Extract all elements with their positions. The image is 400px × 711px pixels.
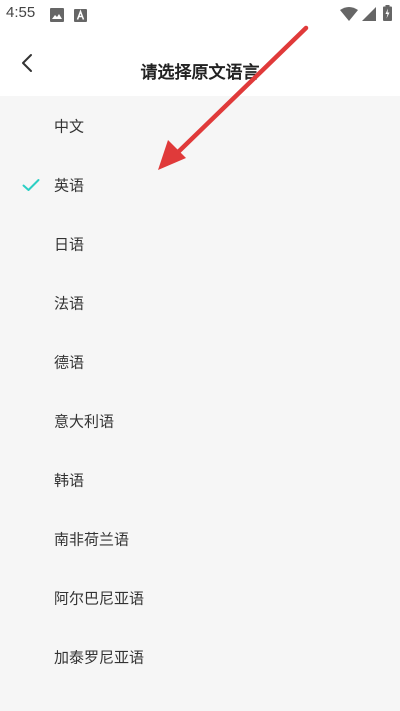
language-label: 韩语	[54, 471, 85, 489]
header-bar: 请选择原文语言	[0, 28, 400, 96]
language-label: 加泰罗尼亚语	[54, 648, 145, 666]
language-item-italian[interactable]: 意大利语	[0, 391, 400, 450]
language-item-english[interactable]: 英语	[0, 155, 400, 214]
text-a-icon	[74, 7, 87, 26]
language-item-albanian[interactable]: 阿尔巴尼亚语	[0, 568, 400, 627]
check-icon	[22, 178, 40, 191]
language-label: 德语	[54, 353, 85, 371]
language-label: 英语	[54, 176, 85, 194]
language-label: 南非荷兰语	[54, 530, 130, 548]
language-item-korean[interactable]: 韩语	[0, 450, 400, 509]
battery-charging-icon	[383, 5, 392, 25]
language-label: 中文	[54, 117, 85, 135]
language-item-japanese[interactable]: 日语	[0, 214, 400, 273]
language-label: 法语	[54, 294, 85, 312]
language-label: 日语	[54, 235, 85, 253]
language-label: 意大利语	[54, 412, 115, 430]
language-item-chinese[interactable]: 中文	[0, 96, 400, 155]
language-list: 中文 英语 日语 法语 德语 意大利语 韩语 南非荷兰语 阿尔巴尼亚语 加泰罗尼…	[0, 96, 400, 711]
page-title: 请选择原文语言	[140, 63, 260, 83]
language-item-afrikaans[interactable]: 南非荷兰语	[0, 509, 400, 568]
language-item-german[interactable]: 德语	[0, 332, 400, 391]
status-bar: 4:55	[0, 0, 400, 28]
wifi-icon	[340, 6, 358, 25]
language-label: 阿尔巴尼亚语	[54, 589, 145, 607]
signal-icon	[362, 6, 376, 25]
image-icon	[50, 7, 64, 26]
language-item-catalan[interactable]: 加泰罗尼亚语	[0, 627, 400, 686]
status-time: 4:55	[6, 4, 36, 21]
language-item-french[interactable]: 法语	[0, 273, 400, 332]
